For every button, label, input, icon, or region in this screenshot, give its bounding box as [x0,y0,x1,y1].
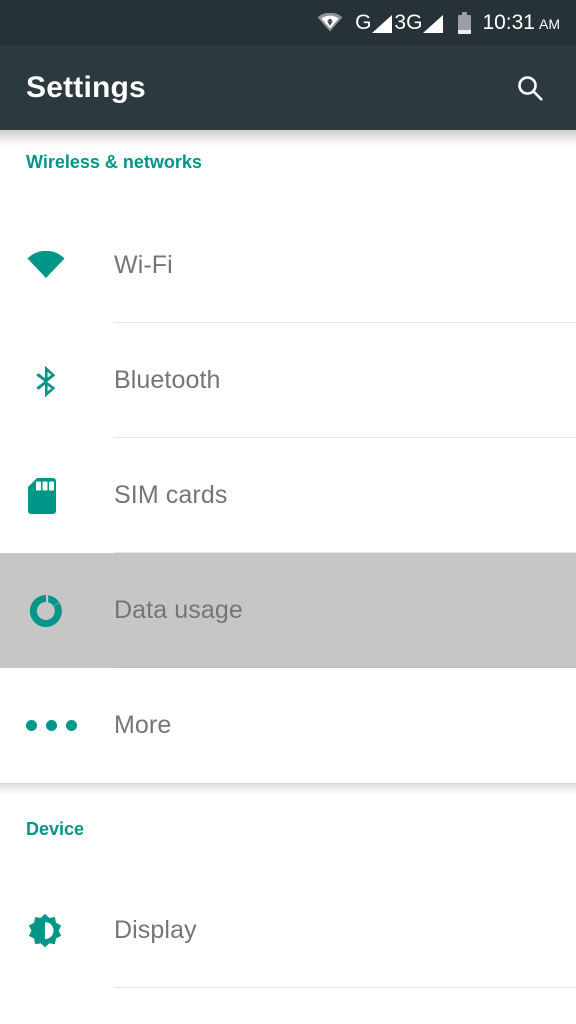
app-bar: Settings [0,45,576,130]
status-bar-icons: G 3G 10:31 AM [317,11,560,34]
signal-label-3g: 3G [394,11,423,34]
section-header-device: Device [26,819,85,839]
bluetooth-icon [0,323,114,438]
section-separator [0,783,576,795]
signal-triangle-1 [372,14,393,33]
more-dots-group [26,720,77,731]
dot-1 [26,720,37,731]
settings-list[interactable]: Wireless & networks Wi-Fi Bluetooth SIM … [0,130,576,1024]
clock-time: 10:31 [482,11,535,34]
dot-2 [46,720,57,731]
list-item-label: Data usage [114,596,243,624]
sim-card-icon [0,438,114,553]
list-item-wifi[interactable]: Wi-Fi [0,208,576,323]
signal-bars-icon-g: G [355,12,394,33]
list-item-sim-cards[interactable]: SIM cards [0,438,576,553]
list-item-label: More [114,711,172,739]
section-header-wireless: Wireless & networks [26,152,202,172]
list-item-label: Display [114,916,197,944]
list-item-more[interactable]: More [0,668,576,783]
signal-bars-icon-3g: 3G [394,12,445,33]
search-icon [515,73,545,103]
list-item-label: SIM cards [114,481,228,509]
data-usage-icon [0,553,114,668]
list-item-label: Bluetooth [114,366,221,394]
clock-ampm: AM [539,16,560,32]
row-divider [114,987,576,988]
signal-triangle-2 [423,14,444,33]
wifi-icon [0,208,114,323]
brightness-icon [0,873,114,988]
page-title: Settings [26,70,146,104]
wifi-icon [317,13,343,32]
list-item-data-usage[interactable]: Data usage [0,553,576,668]
battery-icon [458,11,472,34]
dot-3 [66,720,77,731]
list-item-label: Wi-Fi [114,251,173,279]
list-item-bluetooth[interactable]: Bluetooth [0,323,576,438]
status-bar: G 3G 10:31 AM [0,0,576,45]
signal-label-g: G [355,11,372,34]
list-item-display[interactable]: Display [0,873,576,988]
search-button[interactable] [508,66,552,110]
status-bar-clock: 10:31 AM [482,12,560,33]
more-dots-icon [0,668,114,783]
battery-fill [458,29,472,34]
